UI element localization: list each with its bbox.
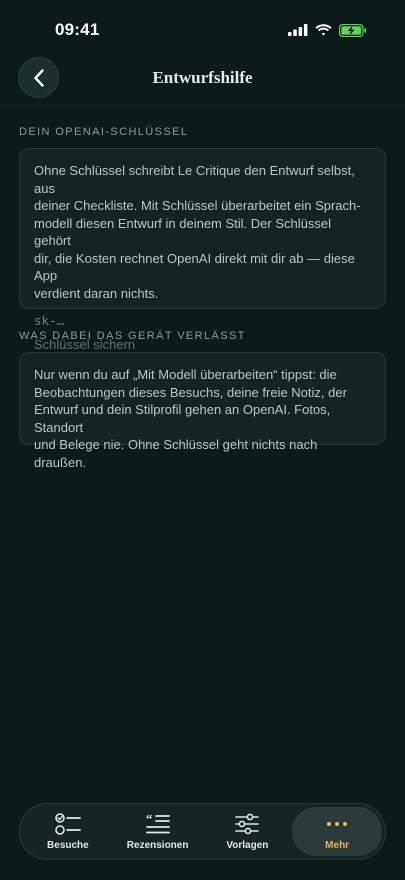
screen: 09:41 Entwurfshilfe DEIN OPENAI-SCHLÜSSE… bbox=[0, 0, 405, 880]
page-title: Entwurfshilfe bbox=[152, 68, 253, 87]
tab-label: Rezensionen bbox=[126, 839, 189, 851]
tab-rezensionen[interactable]: “ Rezensionen bbox=[113, 807, 203, 856]
checklist-icon bbox=[55, 812, 81, 835]
tab-label: Vorlagen bbox=[226, 839, 269, 851]
status-icons bbox=[288, 22, 367, 38]
privacy-description: Nur wenn du auf „Mit Modell überarbeiten… bbox=[34, 367, 347, 470]
tab-bar: Besuche “ Rezensionen Vorlagen Mehr bbox=[19, 803, 386, 860]
privacy-card: Nur wenn du auf „Mit Modell überarbeiten… bbox=[19, 352, 386, 470]
section-label-openai-key: DEIN OPENAI-SCHLÜSSEL bbox=[19, 126, 189, 138]
sliders-icon bbox=[235, 813, 260, 834]
status-bar: 09:41 bbox=[0, 0, 405, 54]
navigation-header: Entwurfshilfe bbox=[0, 56, 405, 106]
battery-charging-icon bbox=[339, 23, 367, 37]
quote-list-icon: “ bbox=[146, 813, 170, 833]
tab-label: Mehr bbox=[325, 839, 350, 851]
status-time: 09:41 bbox=[55, 20, 100, 39]
more-dots-icon bbox=[327, 821, 348, 826]
wifi-icon bbox=[315, 24, 332, 36]
tab-label: Besuche bbox=[47, 839, 89, 851]
tab-mehr[interactable]: Mehr bbox=[292, 807, 382, 856]
cellular-signal-icon bbox=[288, 24, 308, 36]
tab-vorlagen[interactable]: Vorlagen bbox=[203, 807, 293, 856]
section-label-privacy: WAS DABEI DAS GERÄT VERLÄSST bbox=[19, 330, 246, 342]
openai-key-description: Ohne Schlüssel schreibt Le Critique den … bbox=[34, 163, 361, 301]
openai-key-input[interactable] bbox=[34, 313, 371, 328]
openai-key-card: Ohne Schlüssel schreibt Le Critique den … bbox=[19, 148, 386, 352]
tab-besuche[interactable]: Besuche bbox=[23, 807, 113, 856]
svg-text:“: “ bbox=[146, 813, 153, 826]
